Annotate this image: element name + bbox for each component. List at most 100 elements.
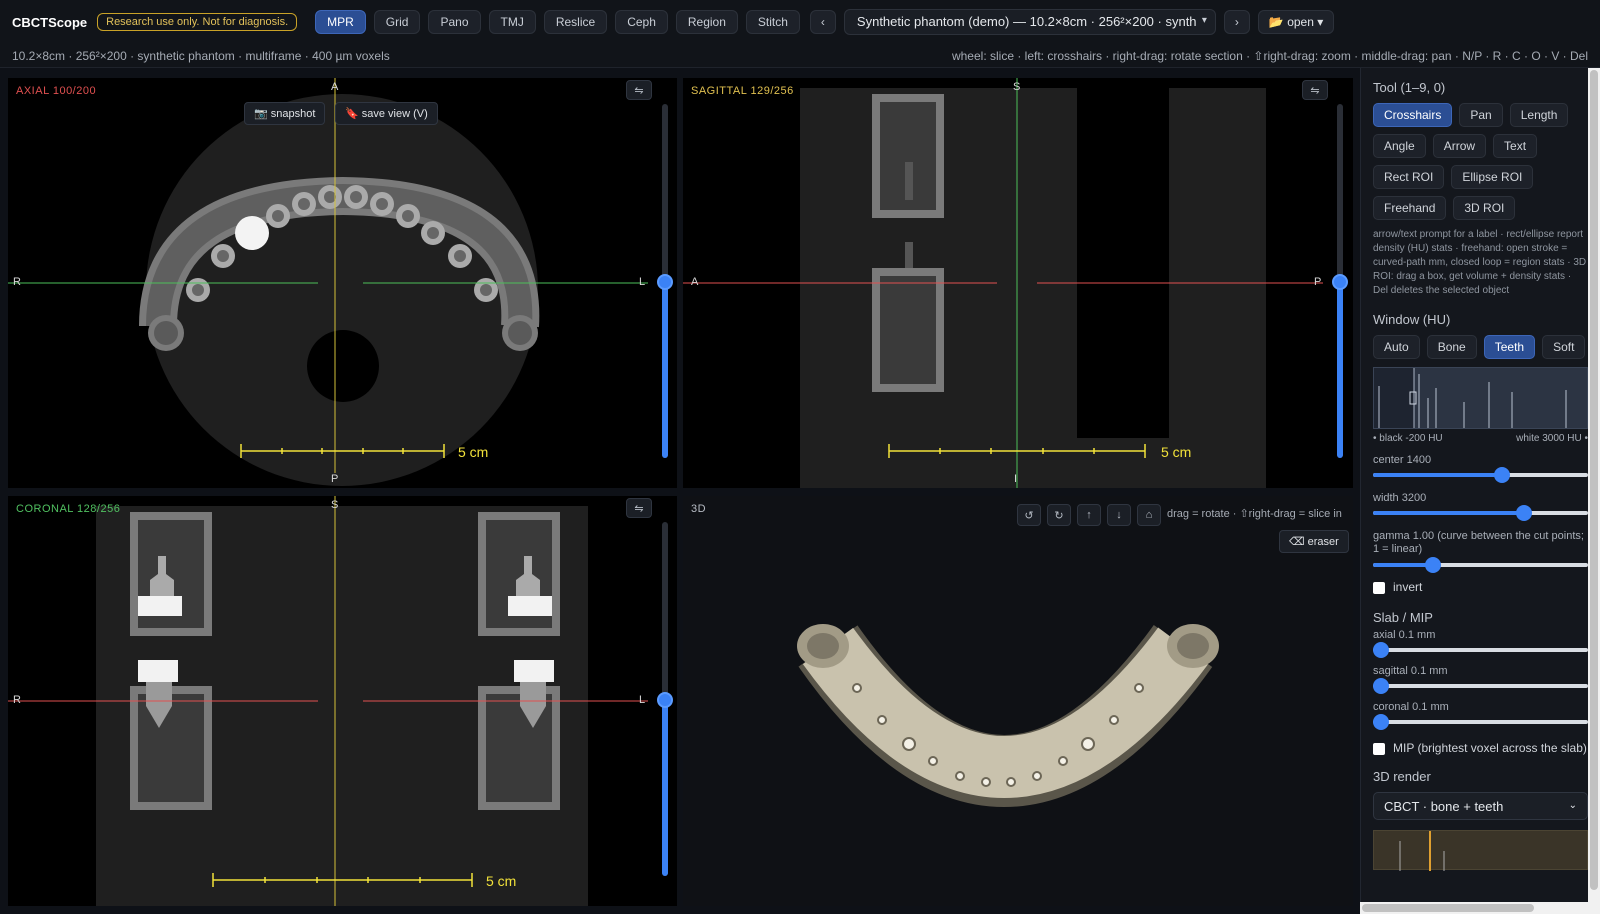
invert-row[interactable]: invert	[1361, 574, 1600, 600]
mode-stitch-button[interactable]: Stitch	[745, 10, 800, 34]
panel-horizontal-scrollbar[interactable]	[1360, 902, 1588, 914]
tool-pan-button[interactable]: Pan	[1459, 103, 1503, 127]
mode-tmj-button[interactable]: TMJ	[488, 10, 536, 34]
snapshot-button[interactable]: 📷 snapshot	[244, 102, 326, 125]
swap-icon[interactable]: ⇋	[1302, 80, 1328, 100]
histogram-min-label: • black -200 HU	[1373, 433, 1443, 444]
mode-reslice-button[interactable]: Reslice	[543, 10, 608, 34]
window-soft-button[interactable]: Soft	[1542, 335, 1586, 359]
top-toolbar: CBCTScope Research use only. Not for dia…	[0, 0, 1600, 44]
tool-ellipse-roi-button[interactable]: Ellipse ROI	[1451, 165, 1534, 189]
window-teeth-button[interactable]: Teeth	[1483, 335, 1536, 359]
tool-freehand-button[interactable]: Freehand	[1373, 196, 1447, 220]
mode-pano-button[interactable]: Pano	[428, 10, 481, 34]
sagittal-slab-slider[interactable]	[1373, 677, 1588, 695]
coronal-slice-slider-thumb[interactable]	[657, 692, 673, 708]
window-bone-button[interactable]: Bone	[1426, 335, 1477, 359]
render-histogram[interactable]	[1373, 830, 1588, 871]
orient-top: S	[331, 499, 339, 511]
gamma-slider[interactable]	[1373, 556, 1588, 574]
histogram-max-label: white 3000 HU •	[1516, 433, 1588, 444]
coronal-label: CORONAL 128/256	[16, 503, 121, 515]
swap-icon[interactable]: ⇋	[626, 498, 652, 518]
save-view-button[interactable]: 🔖 save view (V)	[335, 102, 438, 125]
gamma-slider-thumb[interactable]	[1425, 557, 1442, 573]
axial-label: AXIAL 100/200	[16, 85, 97, 97]
orient-left: A	[691, 276, 699, 288]
center-label: center 1400	[1373, 454, 1432, 466]
axial-image[interactable]	[8, 78, 677, 488]
mode-region-button[interactable]: Region	[675, 10, 738, 34]
arrow-up-icon[interactable]: ↑	[1077, 504, 1101, 526]
window-auto-button[interactable]: Auto	[1373, 335, 1420, 359]
research-warning-badge: Research use only. Not for diagnosis.	[97, 13, 298, 31]
sagittal-slab-slider-thumb[interactable]	[1373, 678, 1389, 694]
tool-text-button[interactable]: Text	[1493, 134, 1538, 158]
vertical-scrollbar-thumb[interactable]	[1590, 70, 1598, 890]
dataset-info: 10.2×8cm · 256²×200 · synthetic phantom …	[12, 48, 390, 63]
mode-grid-button[interactable]: Grid	[373, 10, 421, 34]
sagittal-label: SAGITTAL 129/256	[691, 85, 794, 97]
mip-row[interactable]: MIP (brightest voxel across the slab)	[1361, 735, 1600, 761]
render-preset-value: CBCT · bone + teeth	[1384, 799, 1504, 814]
invert-checkbox[interactable]	[1373, 582, 1385, 594]
orient-bottom: I	[1014, 473, 1018, 485]
coronal-slab-slider[interactable]	[1373, 713, 1588, 731]
coronal-slice-slider-fill	[662, 700, 668, 876]
mode-ceph-button[interactable]: Ceph	[615, 10, 668, 34]
rotate-right-icon[interactable]: ↻	[1047, 504, 1071, 526]
sagittal-slice-slider-thumb[interactable]	[1332, 274, 1348, 290]
tool-rect-roi-button[interactable]: Rect ROI	[1373, 165, 1445, 189]
tool-angle-button[interactable]: Angle	[1373, 134, 1426, 158]
slider-track[interactable]	[1373, 720, 1588, 724]
axial-slab-slider-thumb[interactable]	[1373, 642, 1389, 658]
mode-mpr-button[interactable]: MPR	[315, 10, 366, 34]
tool-panel: Tool (1–9, 0) Crosshairs Pan Length Angl…	[1360, 68, 1600, 914]
render-preset-select[interactable]: CBCT · bone + teeth ⌄	[1373, 792, 1588, 820]
3d-render[interactable]	[683, 496, 1353, 906]
mip-checkbox[interactable]	[1373, 743, 1385, 755]
scale-bar-label: 5 cm	[458, 444, 489, 460]
sagittal-viewport[interactable]: SAGITTAL 129/256 S I A P 5 cm ⇋	[683, 78, 1353, 488]
center-slider-thumb[interactable]	[1494, 467, 1510, 483]
horizontal-scrollbar-thumb[interactable]	[1362, 904, 1534, 912]
dataset-select[interactable]: Synthetic phantom (demo) — 10.2×8cm · 25…	[843, 9, 1216, 35]
tool-3d-roi-button[interactable]: 3D ROI	[1453, 196, 1516, 220]
axial-slab-slider[interactable]	[1373, 641, 1588, 659]
width-slider[interactable]	[1373, 504, 1588, 522]
tool-length-button[interactable]: Length	[1509, 103, 1569, 127]
tool-arrow-button[interactable]: Arrow	[1432, 134, 1487, 158]
coronal-image[interactable]	[8, 496, 677, 906]
eraser-button[interactable]: ⌫ eraser	[1279, 530, 1349, 553]
info-bar: 10.2×8cm · 256²×200 · synthetic phantom …	[0, 44, 1600, 68]
render-title: 3D render	[1373, 769, 1431, 784]
render-histogram-chart	[1399, 831, 1445, 871]
tool-help: arrow/text prompt for a label · rect/ell…	[1373, 229, 1587, 296]
axial-viewport[interactable]: AXIAL 100/200 A P R L 5 cm 📷 snapshot 🔖 …	[8, 78, 677, 488]
rotate-left-icon[interactable]: ↺	[1017, 504, 1041, 526]
open-menu-button[interactable]: 📂 open ▾	[1257, 10, 1335, 34]
histogram[interactable]	[1373, 367, 1588, 429]
coronal-viewport[interactable]: CORONAL 128/256 S R L 5 cm ⇋	[8, 496, 677, 906]
3d-viewport[interactable]: 3D ↺ ↻ ↑ ↓ ⌂ drag = rotate · ⇧right-drag…	[683, 496, 1353, 906]
center-slider[interactable]	[1373, 466, 1588, 484]
next-dataset-button[interactable]: ›	[1223, 10, 1250, 34]
axial-slice-slider-thumb[interactable]	[657, 274, 673, 290]
home-icon[interactable]: ⌂	[1137, 504, 1161, 526]
slider-track[interactable]	[1373, 648, 1588, 652]
arrow-down-icon[interactable]: ↓	[1107, 504, 1131, 526]
orient-right: L	[639, 276, 646, 288]
3d-label: 3D	[691, 503, 707, 515]
tool-title: Tool (1–9, 0)	[1373, 80, 1446, 95]
slider-track[interactable]	[1373, 684, 1588, 688]
panel-vertical-scrollbar[interactable]	[1588, 68, 1600, 914]
scale-bar-label: 5 cm	[1161, 444, 1192, 460]
swap-icon[interactable]: ⇋	[626, 80, 652, 100]
prev-dataset-button[interactable]: ‹	[809, 10, 836, 34]
tool-crosshairs-button[interactable]: Crosshairs	[1373, 103, 1453, 127]
width-slider-thumb[interactable]	[1515, 505, 1532, 521]
sagittal-image[interactable]	[683, 78, 1353, 488]
width-slider-fill	[1373, 511, 1524, 515]
histogram-chart	[1374, 368, 1567, 428]
coronal-slab-slider-thumb[interactable]	[1373, 714, 1389, 730]
